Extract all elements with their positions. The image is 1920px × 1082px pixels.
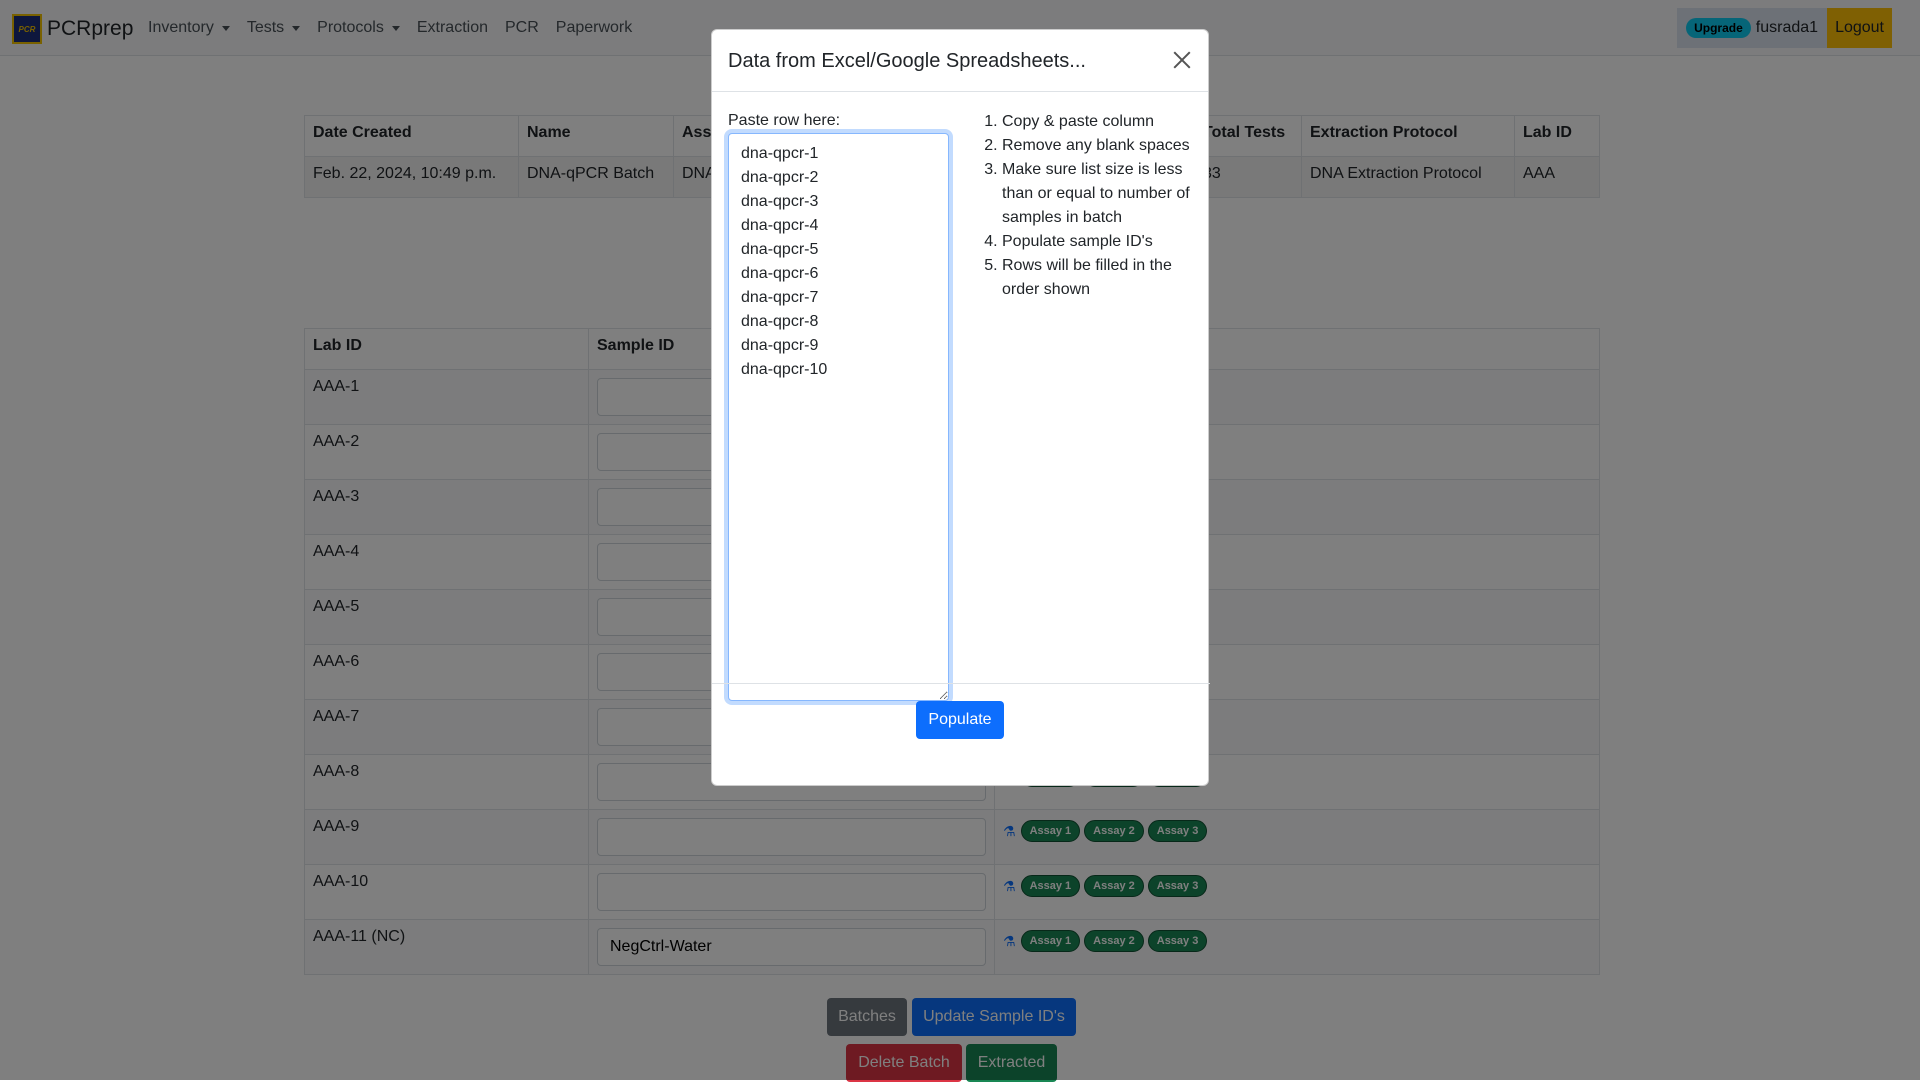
instruction-item: Copy & paste column xyxy=(1002,110,1197,134)
spreadsheet-modal: Data from Excel/Google Spreadsheets... P… xyxy=(711,29,1210,787)
modal-footer: Populate xyxy=(712,683,1210,787)
paste-textarea[interactable] xyxy=(728,133,949,701)
close-icon[interactable] xyxy=(1170,48,1194,72)
instruction-item: Remove any blank spaces xyxy=(1002,134,1197,158)
instruction-item: Populate sample ID's xyxy=(1002,230,1197,254)
populate-button[interactable]: Populate xyxy=(916,701,1004,739)
modal-body: Paste row here: Copy & paste column Remo… xyxy=(712,92,1210,701)
modal-title: Data from Excel/Google Spreadsheets... xyxy=(728,50,1086,72)
instructions-list: Copy & paste column Remove any blank spa… xyxy=(982,110,1197,302)
instruction-item: Make sure list size is less than or equa… xyxy=(1002,158,1197,230)
paste-label: Paste row here: xyxy=(728,112,841,129)
instruction-item: Rows will be filled in the order shown xyxy=(1002,254,1197,302)
modal-header: Data from Excel/Google Spreadsheets... xyxy=(712,30,1208,92)
